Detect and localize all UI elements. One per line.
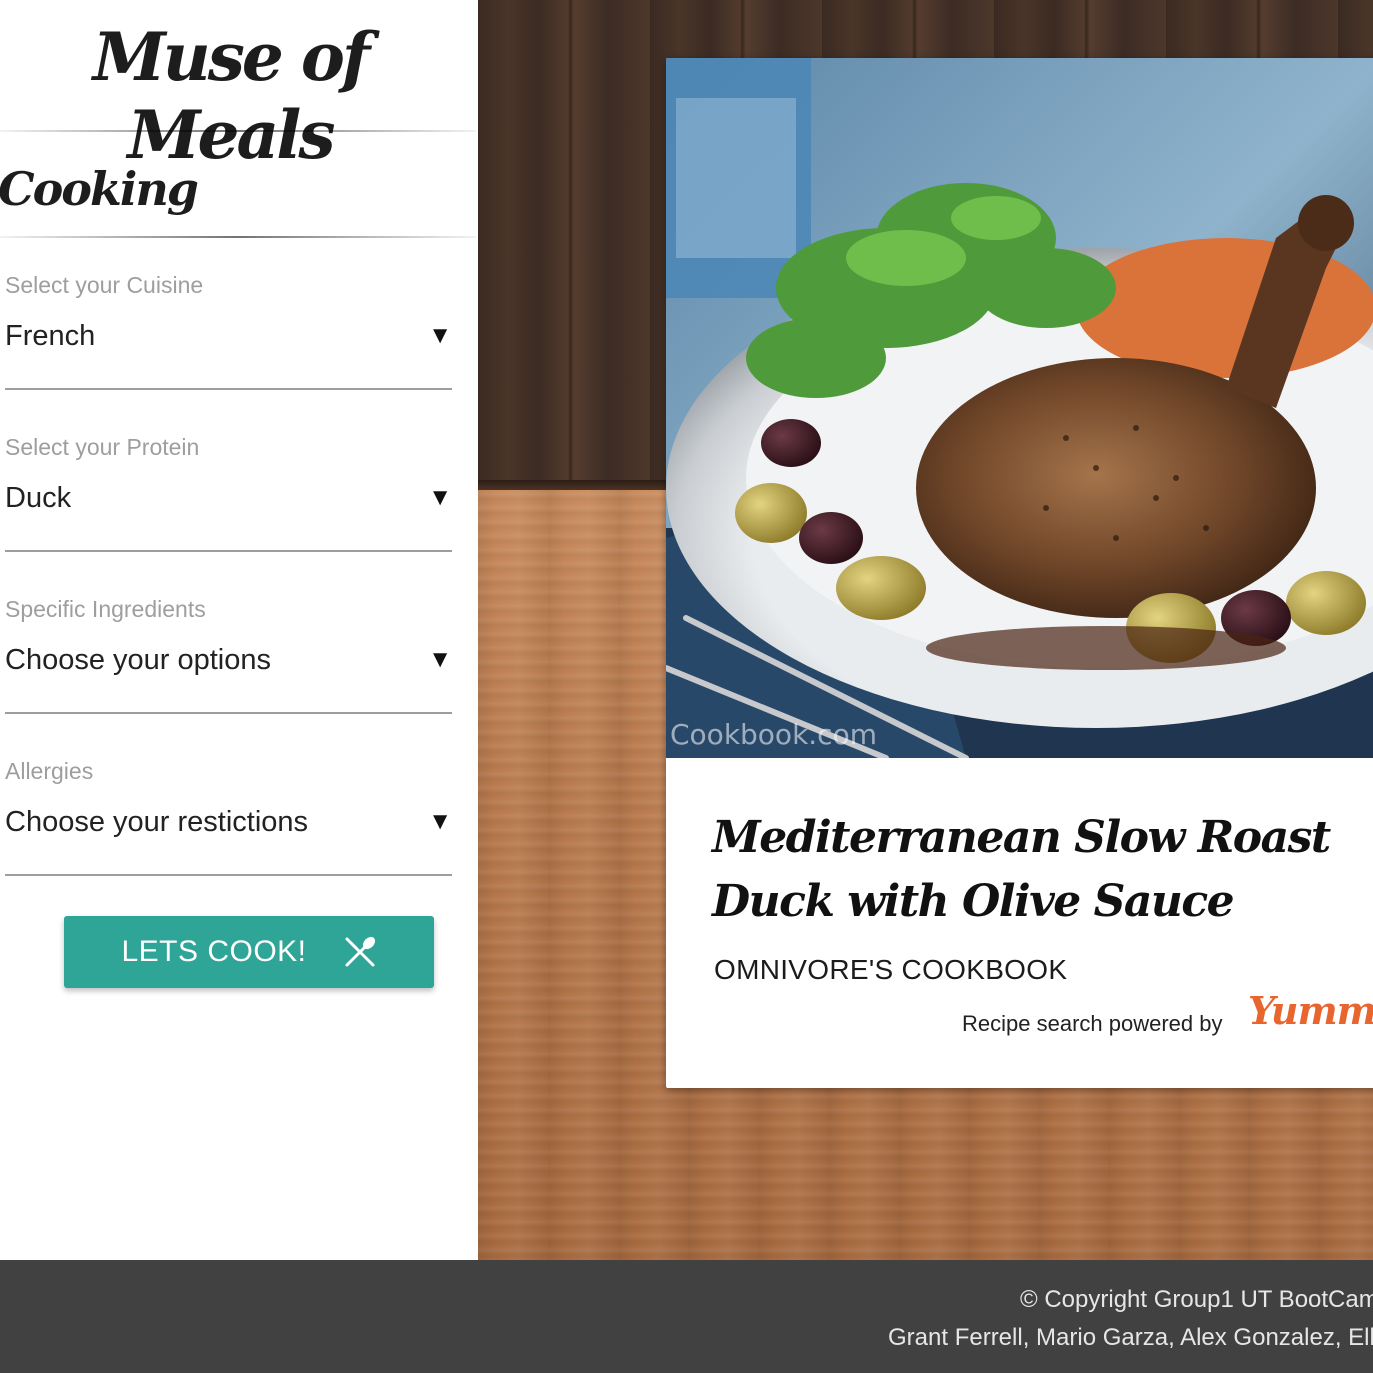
recipe-source: OMNIVORE'S COOKBOOK xyxy=(714,954,1068,985)
credits-text: Grant Ferrell, Mario Garza, Alex Gonzale… xyxy=(888,1324,1373,1351)
caret-down-icon[interactable]: ▼ xyxy=(428,808,452,836)
roast-duck-photo[interactable]: Cookbook.com xyxy=(666,58,1373,758)
cuisine-value[interactable]: French xyxy=(5,320,95,353)
caret-down-icon[interactable]: ▼ xyxy=(428,484,452,512)
section-title: Cooking xyxy=(0,162,199,216)
recipe-details: Mediterranean Slow Roast Duck with Olive… xyxy=(666,758,1373,1088)
sidebar: Muse of Meals Cooking Select your Cuisin… xyxy=(0,0,478,1260)
photo-watermark: Cookbook.com xyxy=(670,718,877,751)
caret-down-icon[interactable]: ▼ xyxy=(428,646,452,674)
lets-cook-button[interactable]: LETS COOK! xyxy=(64,916,434,988)
ingredients-label: Specific Ingredients xyxy=(5,596,206,622)
cuisine-select[interactable]: Select your Cuisine French ▼ xyxy=(5,272,452,390)
section-divider xyxy=(0,236,476,238)
powered-by-text: Recipe search powered by xyxy=(962,1011,1223,1036)
brand-title: Muse of Meals xyxy=(92,18,371,174)
allergies-label: Allergies xyxy=(5,758,94,784)
ingredients-select[interactable]: Specific Ingredients Choose your options… xyxy=(5,596,452,714)
brand-divider xyxy=(0,130,476,132)
page: Muse of Meals Cooking Select your Cuisin… xyxy=(0,0,1373,1373)
fork-knife-icon xyxy=(343,935,377,969)
ingredients-value[interactable]: Choose your options xyxy=(5,644,271,677)
lets-cook-label: LETS COOK! xyxy=(121,935,307,968)
recipe-title[interactable]: Mediterranean Slow Roast Duck with Olive… xyxy=(712,806,1362,934)
footer: © Copyright Group1 UT BootCam Grant Ferr… xyxy=(0,1260,1373,1373)
recipe-card[interactable]: Cookbook.com Mediterranean Slow Roast Du… xyxy=(666,58,1373,1088)
cuisine-label: Select your Cuisine xyxy=(5,272,204,298)
protein-value[interactable]: Duck xyxy=(5,482,71,515)
copyright-text: © Copyright Group1 UT BootCam xyxy=(1020,1286,1373,1313)
caret-down-icon[interactable]: ▼ xyxy=(428,322,452,350)
protein-label: Select your Protein xyxy=(5,434,200,460)
yummly-logo[interactable]: Yummly xyxy=(1248,988,1373,1033)
protein-select[interactable]: Select your Protein Duck ▼ xyxy=(5,434,452,552)
allergies-value[interactable]: Choose your restictions xyxy=(5,806,308,839)
allergies-select[interactable]: Allergies Choose your restictions ▼ xyxy=(5,758,452,876)
